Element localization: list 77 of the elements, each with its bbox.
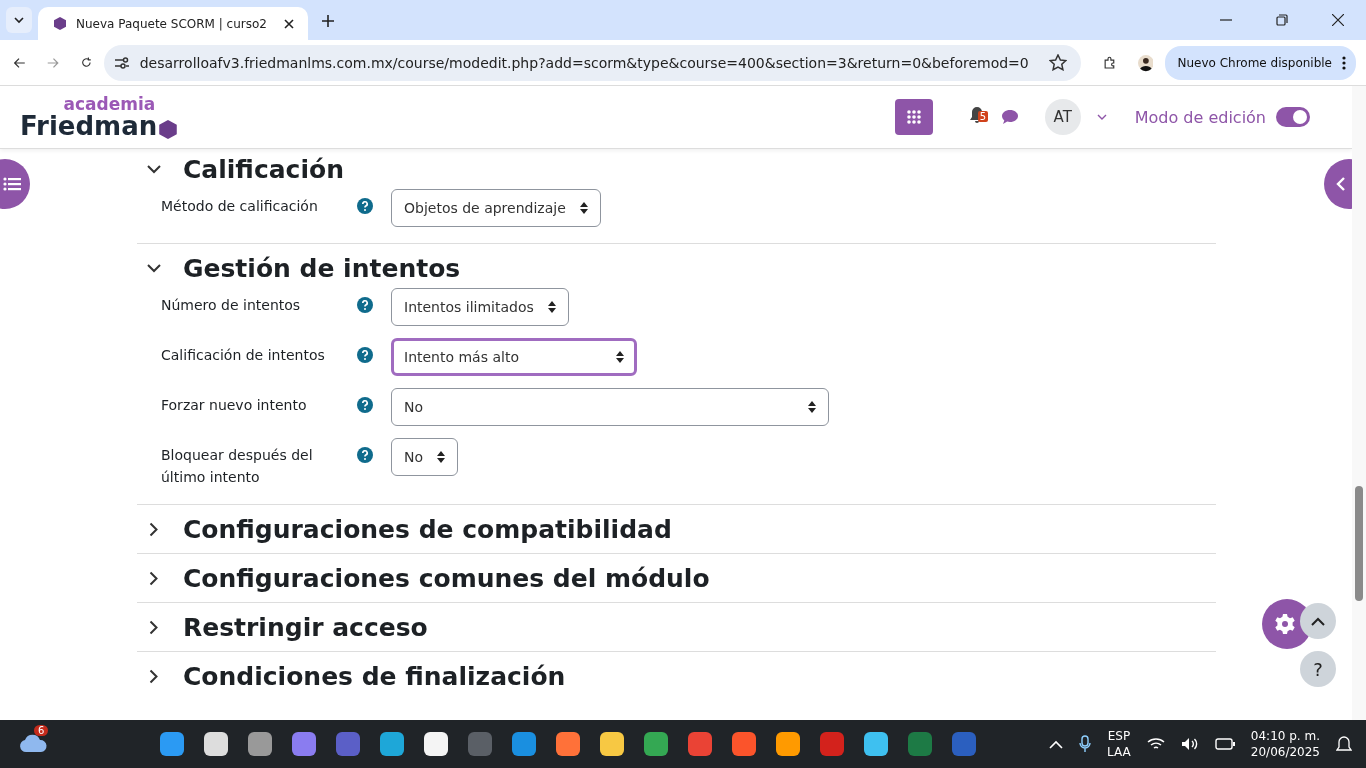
logo-text: Friedman: [20, 112, 158, 139]
list-icon: [3, 177, 21, 191]
section-title[interactable]: Configuraciones comunes del módulo: [183, 563, 710, 593]
caret-icon[interactable]: [1096, 113, 1107, 121]
dropdown[interactable]: No: [391, 438, 459, 476]
field-label: Forzar nuevo intento: [161, 396, 308, 415]
sort-caret-icon: [579, 202, 588, 214]
help-icon[interactable]: [357, 198, 373, 214]
scrollbar[interactable]: [1352, 86, 1366, 720]
clock-time[interactable]: 04:10 p. m.: [1250, 728, 1320, 744]
help-icon[interactable]: [357, 347, 373, 363]
bell-icon[interactable]: [1336, 736, 1352, 752]
weather-badge: 6: [34, 724, 49, 736]
address-bar[interactable]: desarrolloafv3.friedmanlms.com.mx/course/modedit.php?add=scorm&type&course=400&section=3&return=0&beforemod=0: [103, 44, 1081, 81]
chat-icon[interactable]: [1000, 109, 1019, 125]
update-button[interactable]: Nuevo Chrome disponible: [1165, 45, 1356, 80]
sort-caret-icon: [808, 401, 816, 413]
field-label: Calificación de intentos: [161, 346, 326, 365]
dropdown[interactable]: No: [391, 388, 829, 426]
close-icon[interactable]: [1332, 14, 1344, 26]
close-icon[interactable]: [284, 18, 294, 29]
edit-mode-toggle[interactable]: [1276, 107, 1310, 127]
clock-date[interactable]: 20/06/2025: [1250, 744, 1320, 760]
back-icon[interactable]: [14, 55, 26, 70]
apps-button[interactable]: [894, 99, 933, 135]
notification-count: 5: [977, 111, 989, 122]
user-avatar[interactable]: AT: [1044, 99, 1081, 135]
back-to-top-button[interactable]: [1300, 603, 1336, 639]
dropdown[interactable]: Intento más alto: [391, 338, 637, 376]
section-title[interactable]: Configuraciones de compatibilidad: [183, 514, 672, 544]
keyboard-layout[interactable]: LAA: [1107, 744, 1131, 760]
sort-caret-icon: [616, 351, 624, 363]
chevron-icon: [149, 522, 159, 536]
microphone-icon[interactable]: [1079, 735, 1092, 753]
help-icon[interactable]: [357, 297, 373, 313]
star-icon[interactable]: [1048, 54, 1067, 71]
sort-caret-icon: [437, 451, 446, 463]
chevron-up-icon: [1311, 616, 1325, 626]
new-tab-icon[interactable]: [322, 15, 334, 27]
chevron-icon: [149, 571, 159, 585]
more-icon[interactable]: [1342, 55, 1346, 70]
help-button[interactable]: ?: [1300, 651, 1336, 687]
field-label: Bloquear después del último intento: [161, 446, 314, 487]
edit-mode-label: Modo de edición: [1134, 107, 1266, 127]
reload-icon[interactable]: [80, 55, 92, 70]
field-label: Método de calificación: [161, 197, 319, 216]
language-indicator[interactable]: ESP: [1107, 728, 1131, 744]
help-icon[interactable]: [357, 397, 373, 413]
hexagon-icon: [159, 119, 178, 139]
chevron-icon: [147, 164, 161, 174]
tab-list-button[interactable]: [6, 7, 32, 33]
section-title[interactable]: Restringir acceso: [183, 612, 428, 642]
chevron-icon: [149, 669, 159, 683]
hexagon-icon: [54, 17, 66, 30]
settings-icon: [1274, 613, 1296, 635]
grid-icon: [905, 110, 922, 124]
browser-tab[interactable]: Nueva Paquete SCORM | curso2: [38, 7, 308, 40]
section-title[interactable]: Gestión de intentos: [183, 253, 461, 283]
logo-text: academia: [63, 95, 156, 113]
dropdown[interactable]: Objetos de aprendizaje: [391, 189, 601, 227]
chevron-icon: [149, 620, 159, 634]
wifi-icon[interactable]: [1146, 737, 1165, 751]
help-icon[interactable]: [357, 447, 373, 463]
cloud-icon[interactable]: [18, 732, 48, 753]
section-title[interactable]: Calificación: [183, 154, 344, 184]
section-title[interactable]: Condiciones de finalización: [183, 661, 566, 691]
battery-icon[interactable]: [1214, 738, 1235, 750]
caret-icon: [13, 16, 25, 24]
restore-icon[interactable]: [1276, 14, 1288, 26]
speaker-icon[interactable]: [1180, 737, 1199, 751]
field-label: Número de intentos: [161, 296, 302, 315]
chevron-left-icon: [1336, 177, 1346, 191]
site-settings-icon[interactable]: [113, 55, 130, 70]
chevron-icon: [147, 263, 161, 273]
chevron-up-icon[interactable]: [1049, 739, 1064, 749]
sort-caret-icon: [547, 301, 556, 313]
dropdown[interactable]: Intentos ilimitados: [391, 288, 569, 326]
